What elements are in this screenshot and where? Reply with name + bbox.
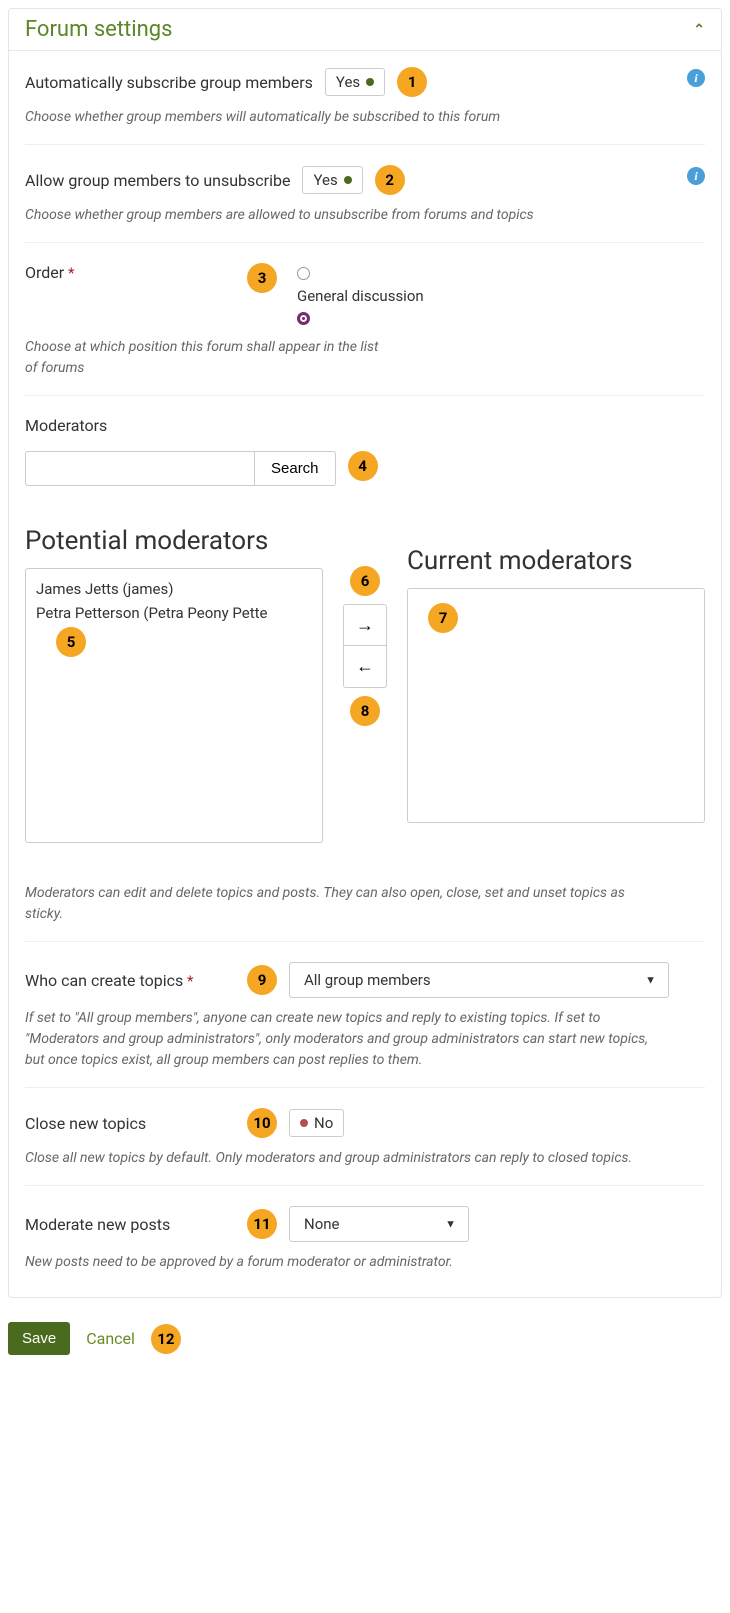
step-badge-10: 10 [247, 1108, 277, 1138]
required-asterisk: * [68, 264, 74, 282]
autosub-toggle[interactable]: Yes [325, 68, 385, 96]
closenew-label: Close new topics [25, 1114, 146, 1133]
step-badge-12: 12 [151, 1324, 181, 1354]
info-icon[interactable]: i [687, 69, 705, 87]
moderators-label: Moderators [25, 416, 705, 435]
toggle-off-icon [300, 1119, 308, 1127]
current-moderators-title: Current moderators [407, 546, 705, 576]
step-badge-9: 9 [247, 965, 277, 995]
cancel-link[interactable]: Cancel [86, 1329, 135, 1348]
chevron-up-icon: ⌃ [693, 22, 705, 38]
current-moderators-list[interactable]: 7 [407, 588, 705, 823]
panel-header[interactable]: Forum settings ⌃ [9, 9, 721, 51]
moderate-value: None [304, 1215, 340, 1233]
potential-moderators-title: Potential moderators [25, 526, 323, 556]
save-button[interactable]: Save [8, 1322, 70, 1355]
order-help: Choose at which position this forum shal… [25, 337, 385, 379]
step-badge-4: 4 [348, 451, 378, 481]
info-icon[interactable]: i [687, 167, 705, 185]
whocreate-help: If set to "All group members", anyone ca… [25, 1008, 665, 1071]
step-badge-1: 1 [397, 67, 427, 97]
whocreate-label: Who can create topics [25, 971, 183, 990]
caret-down-icon: ▼ [445, 1218, 456, 1231]
closenew-help: Close all new topics by default. Only mo… [25, 1148, 665, 1169]
step-badge-2: 2 [375, 165, 405, 195]
autosub-value: Yes [336, 73, 360, 91]
toggle-on-icon [366, 78, 374, 86]
step-badge-11: 11 [247, 1209, 277, 1239]
order-label: Order [25, 263, 64, 282]
panel-title: Forum settings [25, 17, 172, 42]
arrow-left-icon: ← [356, 656, 374, 677]
remove-moderator-button[interactable]: ← [343, 646, 387, 688]
list-item[interactable]: James Jetts (james) [26, 577, 322, 601]
allowunsub-toggle[interactable]: Yes [302, 166, 362, 194]
autosub-help: Choose whether group members will automa… [25, 107, 665, 128]
moderate-select[interactable]: None ▼ [289, 1206, 469, 1242]
required-asterisk: * [187, 972, 193, 990]
closenew-value: No [314, 1114, 333, 1132]
allowunsub-label: Allow group members to unsubscribe [25, 171, 290, 190]
list-item[interactable]: Petra Petterson (Petra Peony Pette [26, 601, 322, 625]
caret-down-icon: ▼ [645, 974, 656, 987]
allowunsub-help: Choose whether group members are allowed… [25, 205, 665, 226]
arrow-right-icon: → [356, 615, 374, 636]
step-badge-6: 6 [350, 566, 380, 596]
step-badge-3: 3 [247, 263, 277, 293]
order-radio-top[interactable] [297, 267, 310, 280]
moderate-help: New posts need to be approved by a forum… [25, 1252, 665, 1273]
whocreate-select[interactable]: All group members ▼ [289, 962, 669, 998]
closenew-toggle[interactable]: No [289, 1109, 344, 1137]
step-badge-8: 8 [350, 696, 380, 726]
moderators-help: Moderators can edit and delete topics an… [25, 883, 665, 925]
moderate-label: Moderate new posts [25, 1215, 170, 1234]
step-badge-7: 7 [428, 603, 458, 633]
whocreate-value: All group members [304, 971, 431, 989]
potential-moderators-list[interactable]: James Jetts (james) Petra Petterson (Pet… [25, 568, 323, 843]
add-moderator-button[interactable]: → [343, 604, 387, 646]
autosub-label: Automatically subscribe group members [25, 73, 313, 92]
moderator-search-input[interactable] [25, 451, 255, 486]
allowunsub-value: Yes [313, 171, 337, 189]
toggle-on-icon [344, 176, 352, 184]
search-button[interactable]: Search [255, 451, 336, 486]
step-badge-5: 5 [56, 627, 86, 657]
order-option-label: General discussion [297, 287, 424, 305]
order-radio-selected[interactable] [297, 312, 310, 325]
